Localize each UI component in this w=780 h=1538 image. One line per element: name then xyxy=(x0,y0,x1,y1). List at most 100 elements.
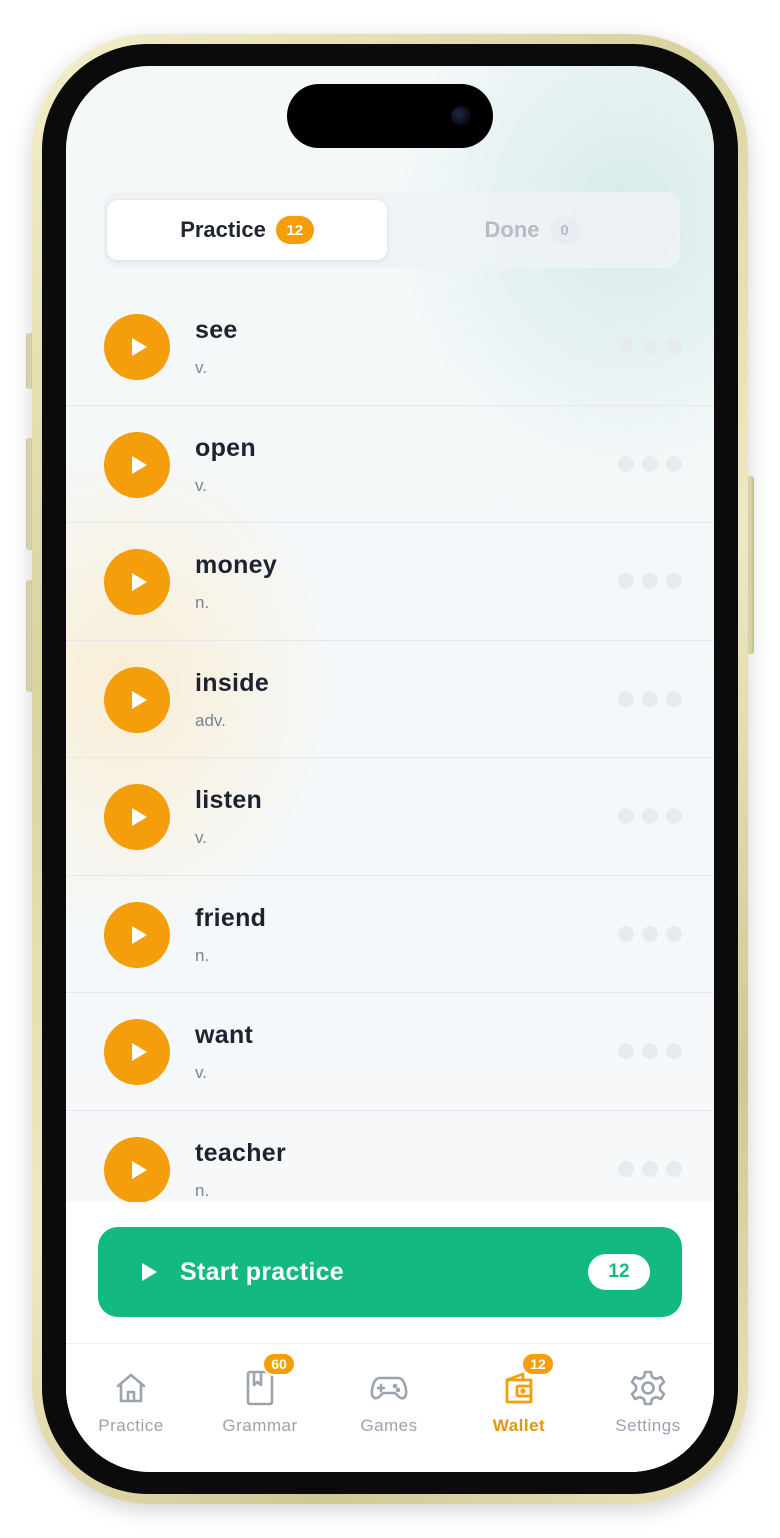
home-icon xyxy=(111,1368,151,1408)
word-row[interactable]: friend n. xyxy=(66,876,714,993)
word-row[interactable]: listen v. xyxy=(66,758,714,876)
tab-home-label: Practice xyxy=(98,1416,164,1435)
part-of-speech: v. xyxy=(195,1063,207,1082)
word-text: teacher xyxy=(195,1138,287,1167)
app-screen: Practice 12 Done 0 see v. open v. money n. ins… xyxy=(66,66,714,1472)
tab-games[interactable]: Games xyxy=(329,1368,449,1436)
progress-dot xyxy=(666,455,682,472)
tab-home[interactable]: Practice xyxy=(71,1368,191,1436)
progress-dot xyxy=(642,1043,658,1059)
part-of-speech: adv. xyxy=(195,710,226,730)
play-audio-button[interactable] xyxy=(104,1019,170,1085)
word-text: see xyxy=(195,316,238,344)
part-of-speech: n. xyxy=(195,945,210,965)
part-of-speech: v. xyxy=(195,828,207,847)
play-icon xyxy=(132,690,147,709)
progress-dots xyxy=(618,1160,682,1177)
wallet-icon: 12 xyxy=(499,1352,555,1408)
progress-dot xyxy=(618,1160,634,1177)
play-icon xyxy=(132,1160,147,1179)
word-text: open xyxy=(195,433,256,462)
tab-practice-label: Practice xyxy=(180,217,266,242)
word-row[interactable]: want v. xyxy=(66,993,714,1111)
progress-dot xyxy=(618,925,634,942)
progress-dot xyxy=(642,573,658,589)
tab-grammar-label: Grammar xyxy=(222,1416,298,1435)
play-audio-button[interactable] xyxy=(104,549,170,615)
progress-dot xyxy=(642,338,658,354)
bottom-panel: Start practice 12 Practice 60 Grammar Ga… xyxy=(66,1202,714,1472)
camera-icon xyxy=(451,106,471,126)
gamepad-icon xyxy=(369,1368,409,1408)
play-icon xyxy=(132,1043,147,1061)
progress-dots xyxy=(618,338,682,354)
play-icon xyxy=(132,573,147,591)
part-of-speech: v. xyxy=(195,475,207,495)
progress-dots xyxy=(618,808,682,824)
play-audio-button[interactable] xyxy=(104,1136,170,1203)
word-row[interactable]: money n. xyxy=(66,523,714,641)
word-text: want xyxy=(195,1021,254,1049)
play-audio-button[interactable] xyxy=(104,784,170,850)
play-audio-button[interactable] xyxy=(104,431,170,498)
word-text: inside xyxy=(195,668,270,697)
tab-done[interactable]: Done 0 xyxy=(392,199,672,261)
tab-settings[interactable]: Settings xyxy=(588,1368,708,1436)
play-icon xyxy=(142,1263,157,1281)
progress-dot xyxy=(666,808,682,824)
play-audio-button[interactable] xyxy=(104,314,170,380)
word-row[interactable]: see v. xyxy=(66,288,714,406)
bottom-tab-bar: Practice 60 Grammar Games 12 Wallet Sett… xyxy=(66,1343,714,1472)
play-audio-button[interactable] xyxy=(104,901,170,968)
progress-dot xyxy=(666,1043,682,1059)
practice-done-switch: Practice 12 Done 0 xyxy=(104,192,680,268)
word-row[interactable]: open v. xyxy=(66,406,714,523)
tab-wallet[interactable]: 12 Wallet xyxy=(459,1352,579,1436)
book-icon: 60 xyxy=(240,1352,296,1408)
progress-dot xyxy=(666,338,682,354)
progress-dot xyxy=(666,573,682,589)
progress-dot xyxy=(618,808,634,824)
word-text: money xyxy=(195,551,278,579)
word-text: friend xyxy=(195,903,267,932)
start-practice-label: Start practice xyxy=(180,1257,344,1286)
dynamic-island xyxy=(287,84,493,148)
done-count-badge: 0 xyxy=(549,216,580,244)
progress-dot xyxy=(666,1160,682,1177)
tab-wallet-label: Wallet xyxy=(492,1416,546,1435)
practice-count-badge: 12 xyxy=(275,216,314,244)
progress-dot xyxy=(642,808,658,824)
progress-dot xyxy=(642,925,658,942)
play-audio-button[interactable] xyxy=(104,666,170,733)
progress-dot xyxy=(642,1160,658,1177)
progress-dot xyxy=(642,455,658,472)
progress-dot xyxy=(618,455,634,472)
grammar-badge: 60 xyxy=(262,1352,296,1376)
progress-dots xyxy=(618,455,682,472)
progress-dot xyxy=(618,573,634,589)
progress-dots xyxy=(618,1043,682,1059)
play-icon xyxy=(132,925,147,944)
progress-dots xyxy=(618,573,682,589)
gear-icon xyxy=(628,1368,668,1408)
tab-settings-label: Settings xyxy=(615,1416,681,1435)
progress-dots xyxy=(618,690,682,707)
part-of-speech: n. xyxy=(195,1180,210,1200)
progress-dot xyxy=(618,690,634,707)
progress-dots xyxy=(618,925,682,942)
progress-dot xyxy=(618,338,634,354)
play-icon xyxy=(132,808,147,826)
word-row[interactable]: inside adv. xyxy=(66,641,714,758)
part-of-speech: v. xyxy=(195,358,207,377)
progress-dot xyxy=(666,690,682,707)
tab-practice[interactable]: Practice 12 xyxy=(106,199,388,261)
word-list: see v. open v. money n. inside adv. listen v. frie… xyxy=(66,288,714,1228)
tab-grammar[interactable]: 60 Grammar xyxy=(200,1352,320,1436)
start-practice-count: 12 xyxy=(588,1254,650,1290)
part-of-speech: n. xyxy=(195,593,210,612)
play-icon xyxy=(132,338,147,356)
wallet-badge: 12 xyxy=(521,1352,555,1376)
tab-done-label: Done xyxy=(484,217,540,242)
progress-dot xyxy=(618,1043,634,1059)
start-practice-button[interactable]: Start practice 12 xyxy=(98,1227,682,1317)
